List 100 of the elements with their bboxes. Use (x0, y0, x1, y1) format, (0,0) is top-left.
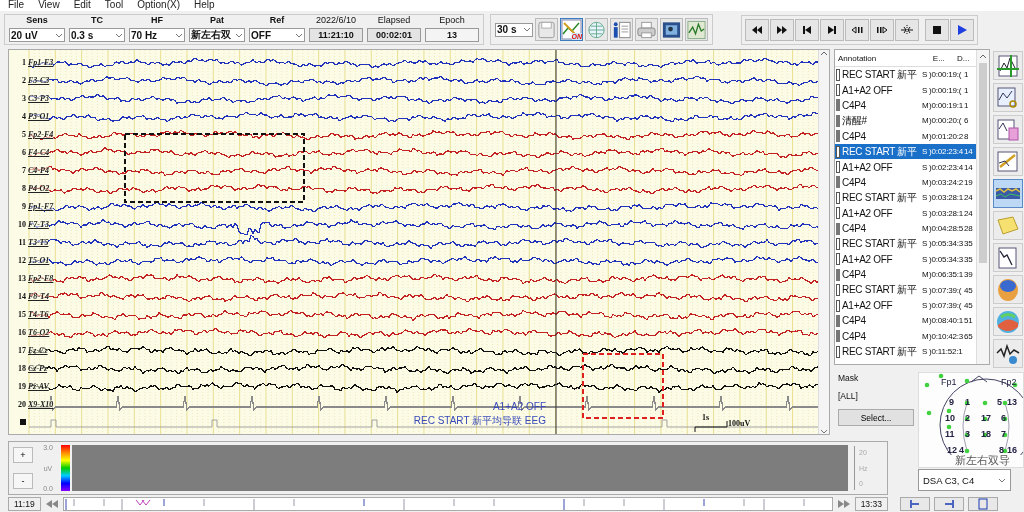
chart-button[interactable] (993, 51, 1023, 80)
annotation-row[interactable]: C4P4 M)0:06:35:139 (835, 267, 976, 283)
skip-to-start-button[interactable] (795, 18, 819, 41)
chevron-icon (115, 31, 123, 39)
annotation-row[interactable]: REC START 新平 S )0:03:28:124 (835, 190, 976, 206)
annotation-row[interactable]: C4P4 M)0:01:20:28 (835, 128, 976, 144)
annotation-text: C4P4 (842, 130, 867, 142)
channel-label[interactable]: T5-O1 (28, 255, 50, 265)
channel-label[interactable]: T4-T6 (28, 309, 49, 319)
annotation-row[interactable]: C4P4 M)0:08:40:151 (835, 313, 976, 329)
annotation-row[interactable]: C4P4 M)0:10:42:365 (835, 328, 976, 345)
annotation-row[interactable]: C4P4 M)0:03:24:219 (835, 174, 976, 191)
channel-label[interactable]: F4-C4 (28, 147, 50, 157)
annotation-row[interactable]: A1+A2 OFF S )0:03:28:124 (835, 205, 976, 221)
channel-label[interactable]: Fz-Cz (28, 345, 48, 355)
zoom-button[interactable]: - (13, 473, 33, 489)
montage-title: 新左右双导 (955, 455, 1010, 465)
dsa-channel-dropdown[interactable]: DSA C3, C4 (918, 469, 1011, 491)
select-button[interactable]: Select... (838, 409, 914, 426)
scrollbar[interactable] (818, 50, 829, 434)
channel-label[interactable]: Pz-AV (28, 381, 49, 391)
annotation-row[interactable]: REC START 新平 S )0:05:34:335 (835, 236, 976, 252)
step-forward-button[interactable] (870, 18, 894, 41)
time-scale-label: 1s (702, 413, 710, 422)
channel-label[interactable]: F7-T3 (28, 219, 49, 229)
trend-chart-button[interactable] (993, 243, 1023, 272)
chart-note-button[interactable] (993, 115, 1023, 144)
menu-item[interactable]: File (8, 0, 25, 11)
pen-chart-button[interactable] (993, 147, 1023, 176)
menu-item[interactable]: Option(X) (137, 0, 180, 11)
channel-label[interactable]: Fp2-F8 (28, 273, 54, 283)
align-left-button[interactable] (899, 496, 930, 511)
column-header[interactable]: D... (953, 53, 976, 63)
panel-button[interactable] (967, 496, 998, 511)
channel-label[interactable]: P4-O2 (28, 183, 50, 193)
channel-label[interactable]: C4-P4 (28, 165, 49, 175)
annotation-row[interactable]: A1+A2 OFF S )0:00:19:( 1 (835, 82, 976, 98)
annotation-row[interactable]: A1+A2 OFF S )0:07:39:( 45 (835, 297, 976, 314)
column-header[interactable]: Annotation (835, 53, 928, 63)
head-map-button[interactable] (993, 275, 1023, 304)
channel-label[interactable]: T3-T5 (28, 237, 49, 247)
annotation-row[interactable]: REC START 新平 S )0:11:52:1 (835, 344, 976, 360)
channel-label[interactable]: F8-T4 (28, 291, 49, 301)
collapse-button[interactable] (895, 18, 919, 41)
channel-number: 6 (21, 147, 26, 157)
save-button[interactable] (535, 18, 558, 41)
fast-forward-button[interactable] (770, 18, 794, 41)
play-button[interactable] (950, 18, 974, 41)
zoom-button[interactable]: + (13, 447, 33, 463)
annotation-row[interactable]: C4P4 M)0:00:19:11 (835, 97, 976, 114)
channel-label[interactable]: F3-C3 (28, 75, 50, 85)
annotation-epoch: 65 (964, 331, 974, 341)
waveform-chart-button[interactable] (685, 18, 708, 41)
menu-item[interactable]: View (38, 0, 60, 11)
skip-to-end-button[interactable] (820, 18, 844, 41)
setting-dropdown[interactable]: OFF (249, 28, 305, 42)
menu-item[interactable]: Edit (73, 0, 91, 11)
photo-frame-button[interactable] (660, 18, 683, 41)
setting-dropdown[interactable]: 0.3 s (69, 28, 125, 42)
timeline-track[interactable] (62, 496, 833, 511)
scrollbar[interactable] (976, 50, 989, 364)
chart-magnifier-button[interactable] (993, 83, 1023, 112)
channel-number: 12 (17, 255, 26, 265)
setting-label: Sens (26, 15, 48, 26)
page-length-dropdown[interactable]: 30 s (495, 22, 533, 37)
channel-label[interactable]: X9-X10 (28, 399, 54, 409)
channel-label[interactable]: Fp1-F7 (28, 201, 54, 211)
chevron-up-icon (979, 53, 987, 59)
annotation-row[interactable]: 清醒# M)0:00:20:( 6 (835, 113, 976, 129)
channel-label[interactable]: C3-P3 (28, 93, 49, 103)
channel-label[interactable]: T6-O2 (28, 327, 50, 337)
channel-label[interactable]: Fp2-F4 (28, 129, 54, 139)
stop-button[interactable] (925, 18, 949, 41)
annotation-epoch: 1 (964, 100, 970, 110)
channel-label[interactable]: Fp1-F3 (28, 57, 54, 67)
setting-dropdown[interactable]: 20 uV (9, 28, 65, 42)
rewind-button[interactable] (745, 18, 769, 41)
align-right-button[interactable] (933, 496, 964, 511)
annotation-row[interactable]: A1+A2 OFF S )0:02:23:414 (835, 159, 976, 175)
setting-dropdown[interactable]: 新左右双 (189, 28, 245, 42)
column-header[interactable]: E... (929, 53, 952, 63)
waveform-gear-button[interactable] (993, 339, 1023, 368)
menu-item[interactable]: Tool (104, 0, 124, 11)
channel-number: 13 (17, 273, 26, 283)
head-map-icon (995, 276, 1021, 303)
annotation-row[interactable]: REC START 新平 S )0:07:39:( 45 (835, 282, 976, 298)
spectrum-button[interactable] (993, 179, 1023, 208)
annotation-time: )0:06:35:1 (929, 270, 964, 280)
channel-label[interactable]: Cz-Pz (28, 363, 48, 373)
annotation-row[interactable]: A1+A2 OFF S )0:05:34:335 (835, 251, 976, 268)
channel-label[interactable]: P3-O1 (28, 111, 50, 121)
annotation-epoch: 24 (964, 208, 974, 218)
person-document-button[interactable] (610, 18, 633, 41)
annotation-row[interactable]: C4P4 M)0:04:28:528 (835, 220, 976, 237)
setting-dropdown[interactable]: 70 Hz (129, 28, 185, 42)
annotation-row[interactable]: REC START 新平 S )0:00:19:( 1 (835, 67, 976, 83)
step-back-button[interactable] (845, 18, 869, 41)
menu-item[interactable]: Help (194, 0, 215, 11)
annotation-row[interactable]: REC START 新平 S )0:02:23:414 (835, 143, 976, 160)
fast-forward-icon (776, 23, 788, 36)
